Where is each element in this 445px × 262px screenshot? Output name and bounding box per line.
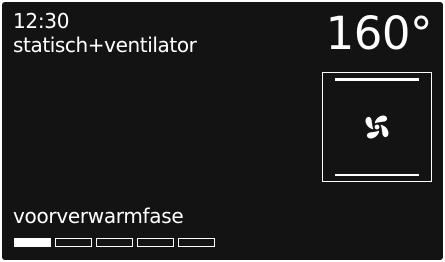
progress-segment-empty [96,238,133,247]
top-heating-element-icon [335,78,419,81]
heating-mode-label: statisch+ventilator [13,33,197,57]
temperature-readout: 160° [325,7,433,60]
clock-time: 12:30 [13,9,70,33]
progress-segment-filled [14,238,51,247]
oven-fan-with-top-bottom-heat-icon [322,72,432,182]
progress-segment-empty [55,238,92,247]
progress-segment-empty [137,238,174,247]
preheat-progress-bar [14,238,215,247]
progress-segment-empty [178,238,215,247]
bottom-heating-element-icon [335,173,419,176]
oven-display: 12:30 statisch+ventilator 160° voorverwa… [2,2,443,260]
phase-label: voorverwarmfase [13,204,184,228]
fan-icon [365,115,389,139]
